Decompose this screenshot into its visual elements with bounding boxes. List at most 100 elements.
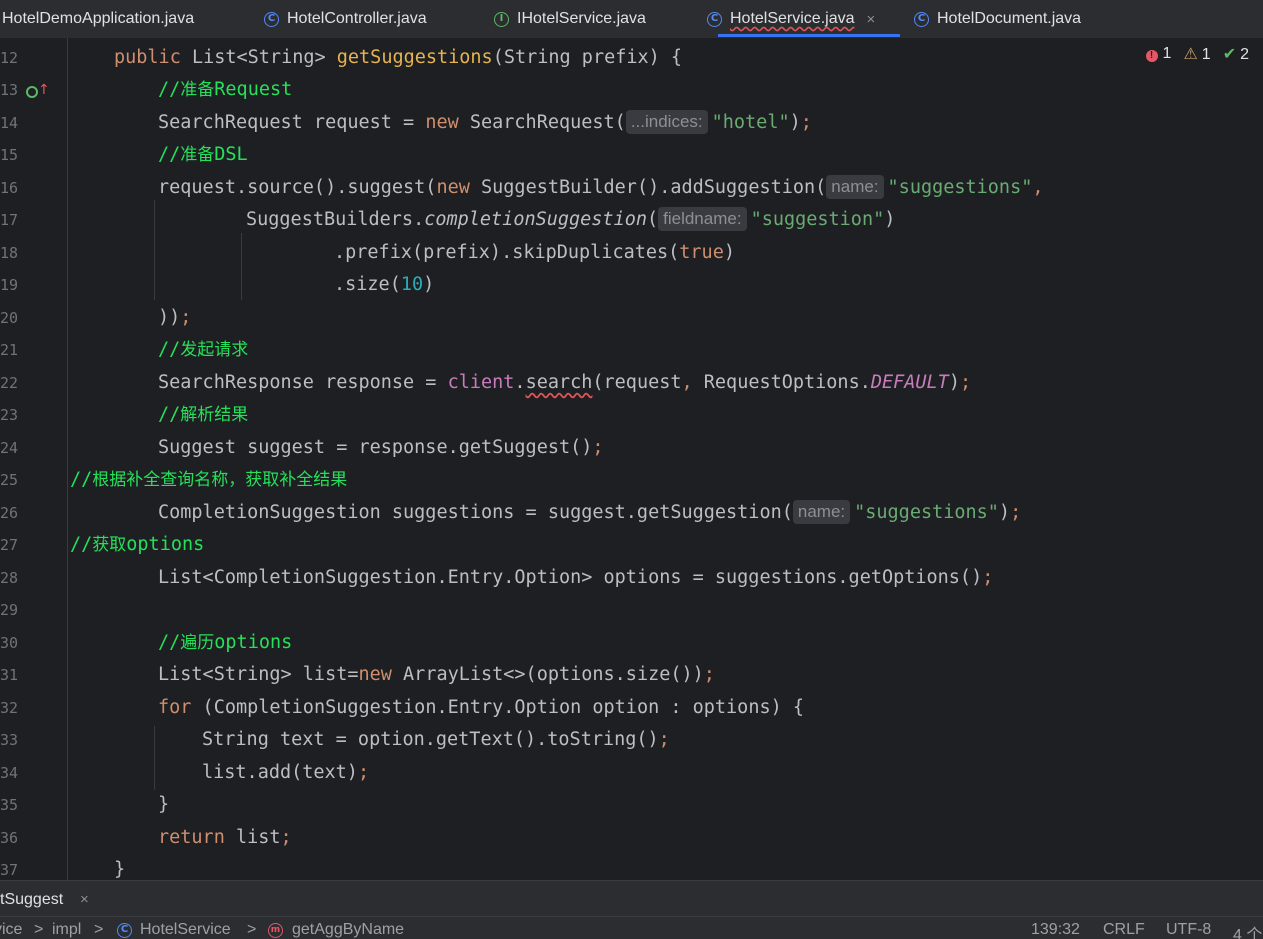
file-encoding[interactable]: UTF-8 <box>1166 921 1211 939</box>
code-text: List<String> list=new ArrayList<>(option… <box>158 664 715 685</box>
code-text: for (CompletionSuggestion.Entry.Option o… <box>158 697 805 718</box>
code-text: Suggest suggest = response.getSuggest(); <box>158 437 604 458</box>
parameter-hint: ...indices: <box>625 110 708 134</box>
code-text: } <box>158 794 170 815</box>
line-number: 20 <box>0 309 19 327</box>
error-count[interactable]: ! 1 <box>1145 45 1171 63</box>
line-number: 35 <box>0 796 19 814</box>
indent-setting[interactable]: 4 个 <box>1233 921 1262 939</box>
class-icon: C <box>707 11 722 27</box>
comment: //发起请求 <box>158 339 249 360</box>
line-number: 23 <box>0 406 19 424</box>
code-line: 35 } <box>0 789 1263 821</box>
caret-position[interactable]: 139:32 <box>1031 921 1080 939</box>
line-number: 30 <box>0 634 19 652</box>
code-text: SuggestBuilders.completionSuggestion(fie… <box>246 207 896 231</box>
parameter-hint: name: <box>826 175 884 199</box>
line-number: 25 <box>0 471 19 489</box>
line-number: 17 <box>0 211 19 229</box>
code-line: 12 public List<String> getSuggestions(St… <box>0 42 1263 74</box>
breadcrumb-separator: > <box>94 921 104 938</box>
code-line: 16 request.source().suggest(new SuggestB… <box>0 172 1263 204</box>
code-text: } <box>114 859 126 880</box>
inspection-widget[interactable]: ! 1 ⚠ 1 ✔ 2 <box>1145 44 1249 64</box>
comment: //获取options <box>70 534 205 555</box>
class-icon: C <box>264 11 279 27</box>
comment: //准备DSL <box>158 144 248 165</box>
line-number: 14 <box>0 114 19 132</box>
code-text: .size(10) <box>334 274 435 295</box>
tab-hotel-document[interactable]: C HotelDocument.java <box>914 0 1081 38</box>
breadcrumb-item[interactable]: getAggByName <box>292 921 404 939</box>
line-number: 13 <box>0 81 19 99</box>
parameter-hint: name: <box>792 500 851 524</box>
arrow-up-icon[interactable]: ↑ <box>38 82 50 98</box>
line-number: 16 <box>0 179 19 197</box>
line-number: 29 <box>0 601 19 619</box>
code-line: 26 CompletionSuggestion suggestions = su… <box>0 497 1263 529</box>
code-line: 33 String text = option.getText().toStri… <box>0 724 1263 756</box>
breadcrumb-item[interactable]: HotelService <box>140 921 231 939</box>
code-text: list.add(text); <box>202 762 370 783</box>
code-line: 34 list.add(text); <box>0 757 1263 789</box>
method-icon: m <box>268 923 283 938</box>
warning-count[interactable]: ⚠ 1 <box>1183 44 1210 64</box>
close-icon[interactable]: × <box>867 11 876 28</box>
comment: //根据补全查询名称，获取补全结果 <box>70 469 348 490</box>
code-line: 31 List<String> list=new ArrayList<>(opt… <box>0 659 1263 691</box>
code-line: 36 return list; <box>0 822 1263 854</box>
breadcrumb-separator: > <box>247 921 257 938</box>
breadcrumb-item[interactable]: impl <box>52 921 81 939</box>
tab-hotel-service[interactable]: C HotelService.java × <box>707 0 875 38</box>
breadcrumb-item[interactable]: vice <box>0 921 22 939</box>
tab-hotel-controller[interactable]: C HotelController.java <box>264 0 427 38</box>
code-line: 19 .size(10) <box>0 269 1263 301</box>
code-line: 18 .prefix(prefix).skipDuplicates(true) <box>0 237 1263 269</box>
code-line: 13 //准备Request <box>0 74 1263 106</box>
tab-hotel-demo-application[interactable]: HotelDemoApplication.java <box>2 0 194 38</box>
code-line: 28 List<CompletionSuggestion.Entry.Optio… <box>0 562 1263 594</box>
code-text: .prefix(prefix).skipDuplicates(true) <box>334 242 735 263</box>
code-text: String text = option.getText().toString(… <box>202 729 670 750</box>
code-line: 21 //发起请求 <box>0 334 1263 366</box>
tab-ihotel-service[interactable]: I IHotelService.java <box>494 0 646 38</box>
line-number: 21 <box>0 341 19 359</box>
line-number: 22 <box>0 374 19 392</box>
tab-label: HotelDemoApplication.java <box>2 10 195 27</box>
code-line: 24 Suggest suggest = response.getSuggest… <box>0 432 1263 464</box>
parameter-hint: fieldname: <box>658 207 747 231</box>
code-text: request.source().suggest(new SuggestBuil… <box>158 175 1044 199</box>
line-number: 36 <box>0 829 19 847</box>
tab-label: HotelDocument.java <box>937 10 1082 27</box>
code-line: 27 //获取options <box>0 529 1263 561</box>
line-number: 34 <box>0 764 19 782</box>
ok-count[interactable]: ✔ 2 <box>1223 44 1249 64</box>
comment: //准备Request <box>158 79 293 100</box>
interface-icon: I <box>494 11 509 27</box>
check-icon: ✔ <box>1222 44 1237 63</box>
line-number: 15 <box>0 146 19 164</box>
comment: //解析结果 <box>158 404 249 425</box>
active-tab-indicator <box>718 34 900 37</box>
code-line: 23 //解析结果 <box>0 399 1263 431</box>
code-text: List<CompletionSuggestion.Entry.Option> … <box>158 567 994 588</box>
line-number: 31 <box>0 666 19 684</box>
line-number: 26 <box>0 504 19 522</box>
class-icon: C <box>914 11 929 27</box>
code-line: 25 //根据补全查询名称，获取补全结果 <box>0 464 1263 496</box>
line-number: 19 <box>0 276 19 294</box>
line-separator[interactable]: CRLF <box>1103 921 1145 939</box>
close-icon[interactable]: × <box>80 881 89 919</box>
code-text: public List<String> getSuggestions(Strin… <box>114 47 683 68</box>
editor-tab-bar: HotelDemoApplication.java C HotelControl… <box>0 0 1263 39</box>
comment: //遍历options <box>158 632 293 653</box>
implements-gutter-icon[interactable] <box>26 86 38 98</box>
line-number: 33 <box>0 731 19 749</box>
bottom-tool-tab: tSuggest × <box>0 880 1263 917</box>
code-line: 15 //准备DSL <box>0 139 1263 171</box>
status-bar: vice > impl > C HotelService > m getAggB… <box>0 916 1263 939</box>
code-editor[interactable]: 12 public List<String> getSuggestions(St… <box>0 38 1263 880</box>
error-icon: ! <box>1145 50 1158 62</box>
tool-tab-label[interactable]: tSuggest <box>0 881 63 919</box>
line-number: 12 <box>0 49 19 67</box>
